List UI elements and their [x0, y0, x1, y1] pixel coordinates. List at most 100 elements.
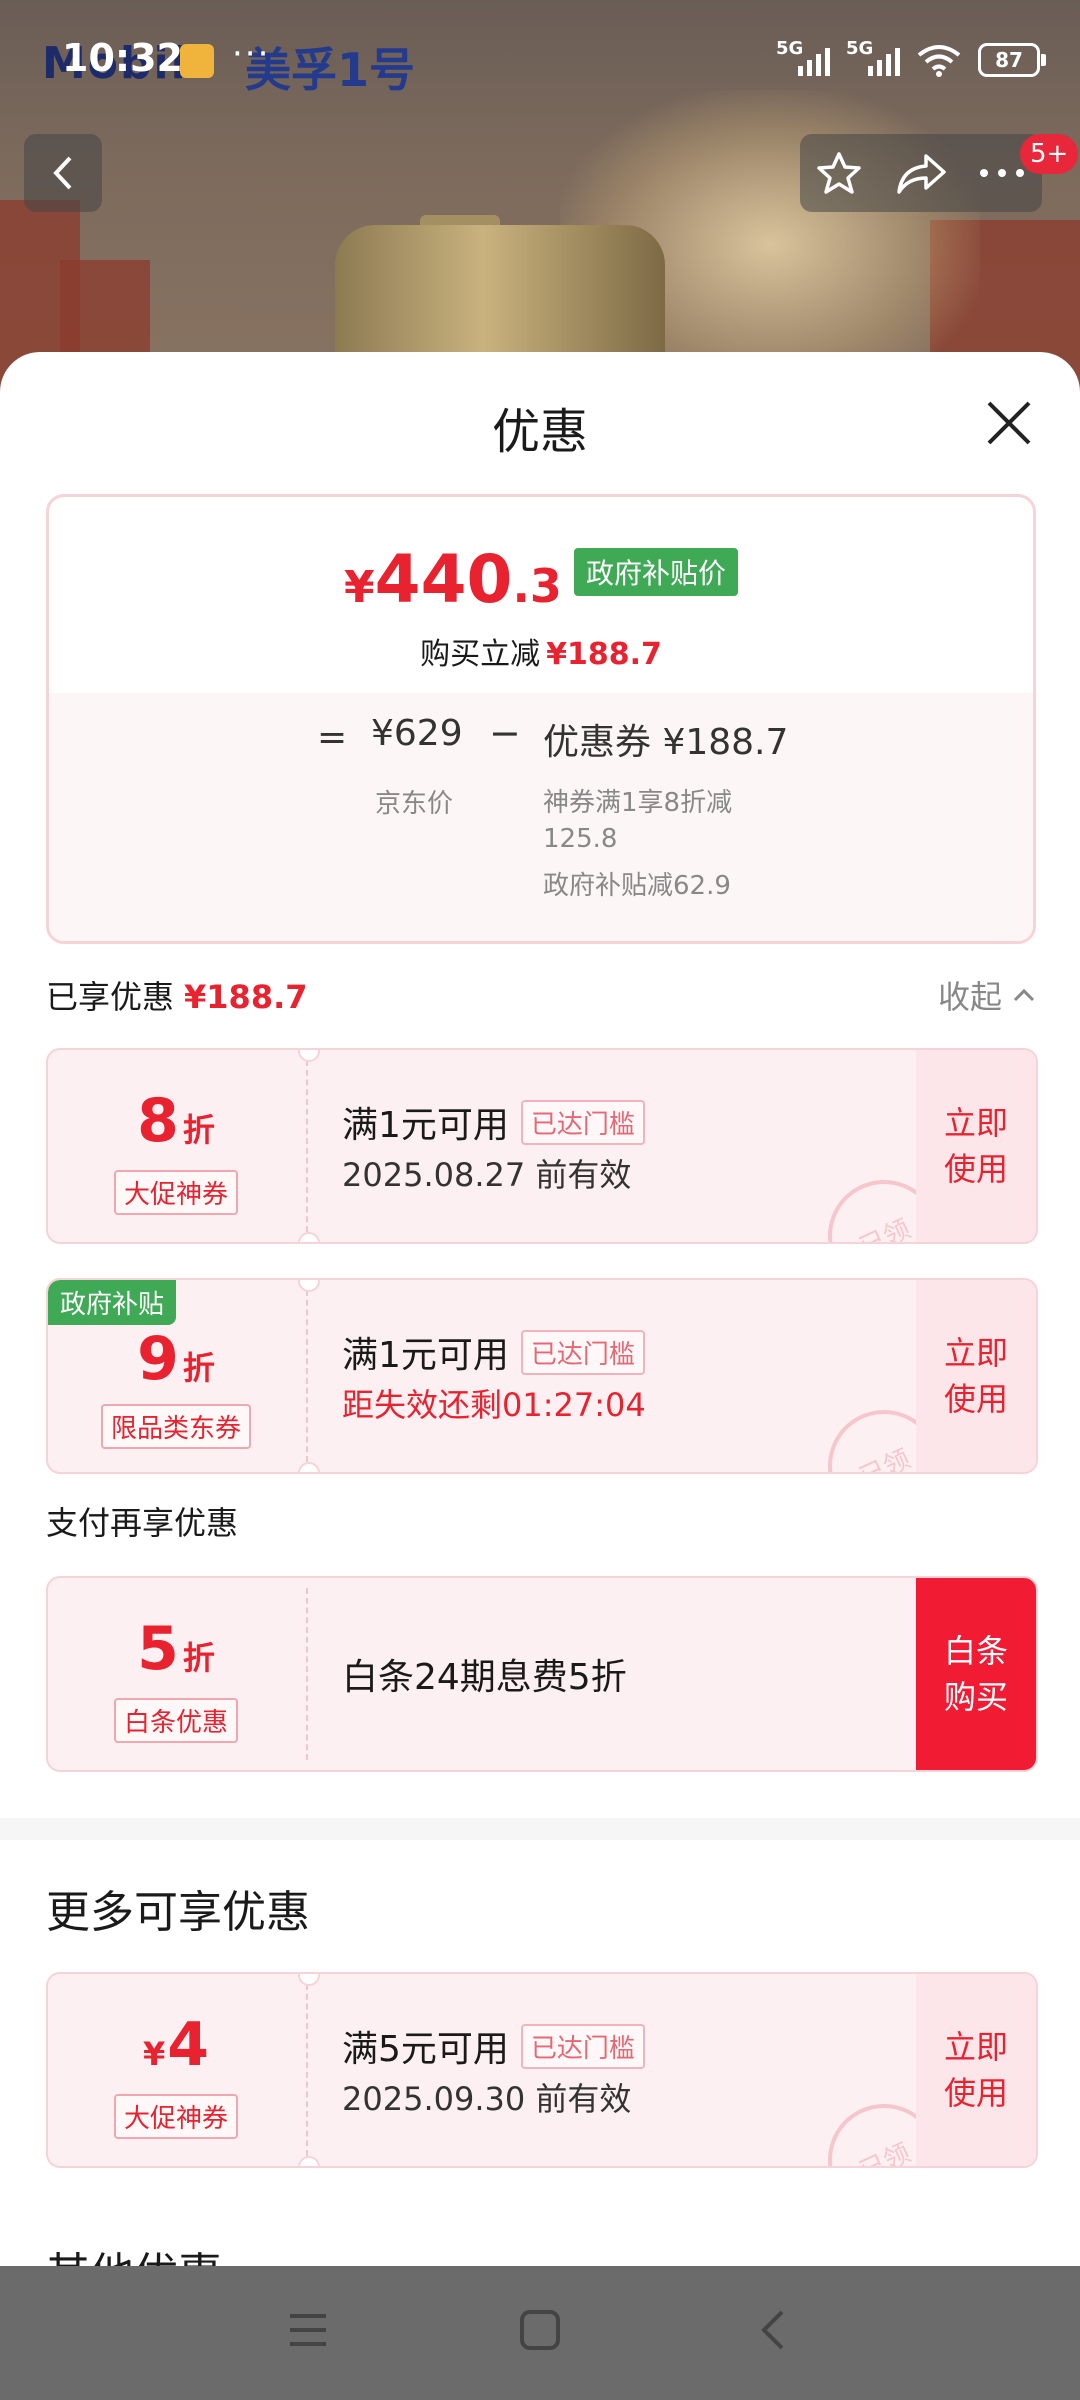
- message-badge: 5+: [1020, 134, 1079, 174]
- coupon-value-unit: 折: [182, 1639, 215, 1677]
- coupon-condition: 白条24期息费5折: [342, 1648, 627, 1700]
- chevron-left-icon: [53, 156, 72, 190]
- chevron-up-icon: [1013, 988, 1035, 1002]
- threshold-met-badge: 已达门槛: [520, 1099, 645, 1145]
- price-breakdown: [49, 693, 1033, 941]
- threshold-met-badge: 已达门槛: [520, 1329, 645, 1375]
- coupon-condition-text: 满1元可用: [342, 1335, 509, 1376]
- collapse-button[interactable]: 收起: [938, 972, 1036, 1018]
- minus-sign: −: [489, 711, 521, 755]
- star-icon[interactable]: [814, 150, 864, 196]
- coupon-value: 5折: [48, 1614, 304, 1684]
- price-summary-card: ¥440.3 政府补贴价 购买立减 ¥188.7 = ¥629 京东价 − 优惠券 …: [46, 494, 1036, 944]
- network-type-label: 5G: [776, 38, 804, 59]
- equals-sign: =: [317, 717, 348, 758]
- enjoyed-label: 已享优惠: [46, 978, 175, 1016]
- section-separator: [0, 1818, 1080, 1840]
- coupon-value-number: 4: [167, 2010, 209, 2080]
- coupon-type-label: 大促神券: [113, 2094, 238, 2139]
- coupon-notch: [298, 1232, 320, 1242]
- instant-reduction: 购买立减 ¥188.7: [49, 629, 1033, 673]
- coupon-type-label: 白条优惠: [113, 1698, 238, 1743]
- coupon-value-number: 9: [137, 1324, 179, 1394]
- coupon-divider: [306, 1060, 308, 1232]
- back-button[interactable]: [24, 134, 102, 212]
- reduction-amount: ¥188.7: [546, 637, 662, 672]
- gov-subsidy-price-tag: 政府补贴价: [573, 547, 738, 596]
- coupon-expiry: 2025.08.27 前有效: [342, 1156, 632, 1194]
- coupon-condition-text: 满1元可用: [342, 1105, 509, 1146]
- coupon-type-tag: 白条优惠: [48, 1698, 304, 1743]
- coupon-condition: 满1元可用 已达门槛: [342, 1096, 645, 1148]
- use-now-button[interactable]: 立即使用: [916, 1974, 1036, 2166]
- baitiao-coupon-card: 5折 白条优惠 白条24期息费5折 白条购买: [46, 1576, 1038, 1772]
- price-integer: 440: [374, 541, 513, 618]
- coupon-type-tag: 限品类东券: [48, 1404, 304, 1449]
- collapse-label: 收起: [937, 978, 1002, 1016]
- more-discounts-heading: 更多可享优惠: [46, 1887, 310, 1938]
- coupon-condition: 满5元可用 已达门槛: [342, 2020, 645, 2072]
- final-price: ¥440.3: [344, 541, 562, 618]
- close-icon[interactable]: [984, 398, 1034, 448]
- wifi-icon: [917, 45, 961, 77]
- notification-dots: ···: [232, 34, 271, 74]
- coupon-card: ¥4 大促神券 满5元可用 已达门槛 2025.09.30 前有效 已领 立即使用: [46, 1972, 1038, 2168]
- status-bar: 10:32 ··· 5G 5G 87: [0, 0, 1080, 120]
- price-decimal: .3: [512, 559, 562, 613]
- menu-icon[interactable]: [286, 2308, 330, 2352]
- baitiao-buy-button[interactable]: 白条购买: [916, 1578, 1036, 1770]
- coupon-divider: [306, 1588, 308, 1760]
- coupon-condition-text: 白条24期息费5折: [342, 1657, 627, 1698]
- system-nav-bar: [0, 2266, 1080, 2400]
- pay-discount-heading: 支付再享优惠: [46, 1504, 239, 1542]
- gov-subsidy-corner-tag: 政府补贴: [48, 1280, 177, 1325]
- use-now-button[interactable]: 立即使用: [916, 1280, 1036, 1472]
- coupon-notch: [298, 1280, 320, 1292]
- coupon-total: 优惠券 ¥188.7: [543, 722, 789, 763]
- enjoyed-discount-header: 已享优惠 ¥188.7: [46, 972, 308, 1018]
- discount-sheet: 优惠 ¥440.3 政府补贴价 购买立减 ¥188.7 = ¥629 京东价 − 优…: [0, 352, 1080, 2272]
- signal-icon: 5G: [776, 38, 830, 76]
- status-indicators: 5G 5G 87: [776, 38, 1046, 80]
- nav-actions: [800, 134, 1042, 212]
- signal-icon: 5G: [846, 38, 900, 76]
- back-icon[interactable]: [752, 2308, 796, 2352]
- coupon-card: 政府补贴 9折 限品类东券 满1元可用 已达门槛 距失效还剩01:27:04 已领…: [46, 1278, 1038, 1474]
- coupon-value: ¥4: [48, 2010, 304, 2080]
- final-price-row: ¥440.3 政府补贴价: [49, 541, 1033, 618]
- coupon-currency: ¥: [142, 2035, 166, 2073]
- share-icon[interactable]: [894, 150, 948, 196]
- coupon-countdown: 距失效还剩01:27:04: [342, 1386, 646, 1424]
- coupon-divider: [306, 1984, 308, 2156]
- network-type-label: 5G: [846, 38, 874, 59]
- coupon-condition-text: 满5元可用: [342, 2029, 509, 2070]
- coupon-notch: [298, 1462, 320, 1472]
- jd-price: ¥629: [371, 713, 463, 754]
- coupon-type-tag: 大促神券: [48, 1170, 304, 1215]
- threshold-met-badge: 已达门槛: [520, 2023, 645, 2069]
- coupon-card: 8折 大促神券 满1元可用 已达门槛 2025.08.27 前有效 已领 立即使用: [46, 1048, 1038, 1244]
- coupon-notch: [298, 1050, 320, 1062]
- sheet-title: 优惠: [491, 404, 588, 460]
- coupon-notch: [298, 1974, 320, 1986]
- coupon-notch: [298, 2156, 320, 2166]
- battery-icon: 87: [978, 43, 1046, 77]
- coupon-detail: 政府补贴减62.9: [543, 871, 731, 901]
- home-icon[interactable]: [518, 2308, 562, 2352]
- currency-symbol: ¥: [344, 562, 375, 613]
- coupon-expiry: 2025.09.30 前有效: [342, 2080, 632, 2118]
- coupon-detail: 神券满1享8折减125.8: [543, 788, 733, 854]
- coupon-type-label: 大促神券: [113, 1170, 238, 1215]
- notification-app-icon: [180, 44, 214, 78]
- coupon-value-unit: 折: [182, 1349, 215, 1387]
- status-time: 10:32: [62, 36, 183, 80]
- coupon-type-label: 限品类东券: [100, 1404, 251, 1449]
- coupon-value-number: 5: [137, 1614, 179, 1684]
- jd-price-label: 京东价: [375, 789, 454, 819]
- coupon-value-unit: 折: [182, 1111, 215, 1149]
- coupon-type-tag: 大促神券: [48, 2094, 304, 2139]
- coupon-divider: [306, 1290, 308, 1462]
- use-now-button[interactable]: 立即使用: [916, 1050, 1036, 1242]
- enjoyed-amount: ¥188.7: [184, 978, 308, 1016]
- coupon-value: 9折: [48, 1324, 304, 1394]
